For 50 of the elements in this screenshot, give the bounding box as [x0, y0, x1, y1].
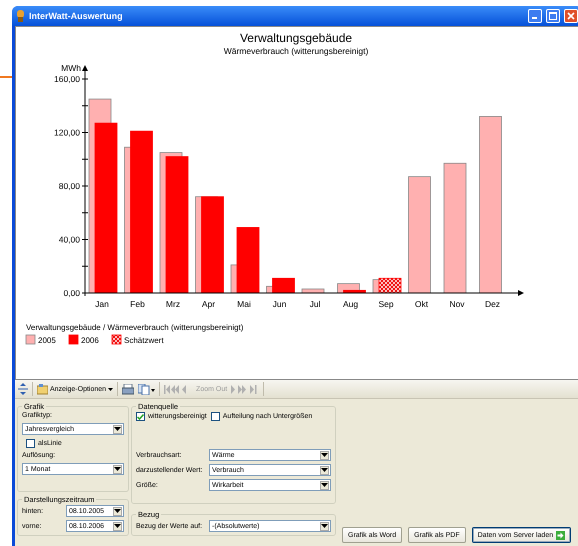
tick-label: 120,00 — [54, 128, 80, 138]
bar — [302, 288, 324, 294]
month-label: Apr — [202, 299, 216, 309]
month-label: Mrz — [166, 299, 180, 309]
tick-label: 0,00 — [63, 288, 80, 298]
month-label: Sep — [378, 299, 394, 309]
maximize-button[interactable] — [546, 9, 560, 23]
dropdown-arrow-icon[interactable] — [320, 522, 329, 530]
dropdown-arrow-icon[interactable] — [113, 506, 122, 516]
month-label: Dez — [484, 299, 500, 309]
dropdown-arrow-icon[interactable] — [113, 522, 122, 530]
checkbox[interactable] — [26, 439, 35, 448]
month-label: Jun — [272, 299, 286, 309]
folder-icon — [37, 384, 48, 394]
dropdown-arrow-icon[interactable] — [320, 466, 329, 474]
split-icon[interactable] — [18, 383, 28, 395]
axis-label: MWh — [61, 62, 81, 73]
tick-label: 160,00 — [54, 74, 80, 84]
arrow-icon — [556, 530, 566, 540]
maximize-icon — [549, 12, 557, 20]
month-label: Nov — [449, 299, 465, 309]
month-label: Jul — [310, 299, 320, 309]
dropdown-arrow-icon[interactable] — [320, 450, 329, 460]
month-label: Mai — [237, 299, 251, 309]
chart-title: Verwaltungsgebäude — [240, 31, 352, 45]
tick-label: 80,00 — [58, 181, 80, 191]
window-title: InterWatt-Auswertung — [29, 11, 124, 21]
checkbox[interactable] — [136, 412, 145, 421]
app-icon — [16, 10, 25, 22]
close-icon — [567, 12, 575, 20]
bar — [378, 278, 402, 294]
month-label: Feb — [130, 299, 145, 309]
close-button[interactable] — [564, 9, 578, 23]
tick-label: 40,00 — [58, 234, 80, 244]
month-label: Jan — [95, 299, 109, 309]
printer-icon[interactable] — [122, 384, 134, 394]
caret-icon — [108, 388, 114, 390]
chart-subtitle: Wärmeverbrauch (witterungsbereinigt) — [224, 46, 368, 56]
checkbox[interactable] — [210, 412, 220, 421]
legend-title: Verwaltungsgebäude / Wärmeverbrauch (witterungsbereinigt) — [26, 323, 244, 332]
minimize-button[interactable] — [528, 9, 542, 23]
legend-label: Schätzwert — [124, 336, 164, 345]
dropdown-arrow-icon[interactable] — [320, 480, 329, 490]
dropdown-arrow-icon[interactable] — [113, 464, 122, 474]
month-label: Aug — [342, 299, 358, 309]
legend-label: 2005 — [38, 336, 56, 345]
copy-icon[interactable] — [138, 384, 156, 394]
month-label: Okt — [414, 299, 428, 309]
legend-label: 2006 — [81, 336, 99, 345]
dropdown-arrow-icon[interactable] — [113, 424, 122, 434]
